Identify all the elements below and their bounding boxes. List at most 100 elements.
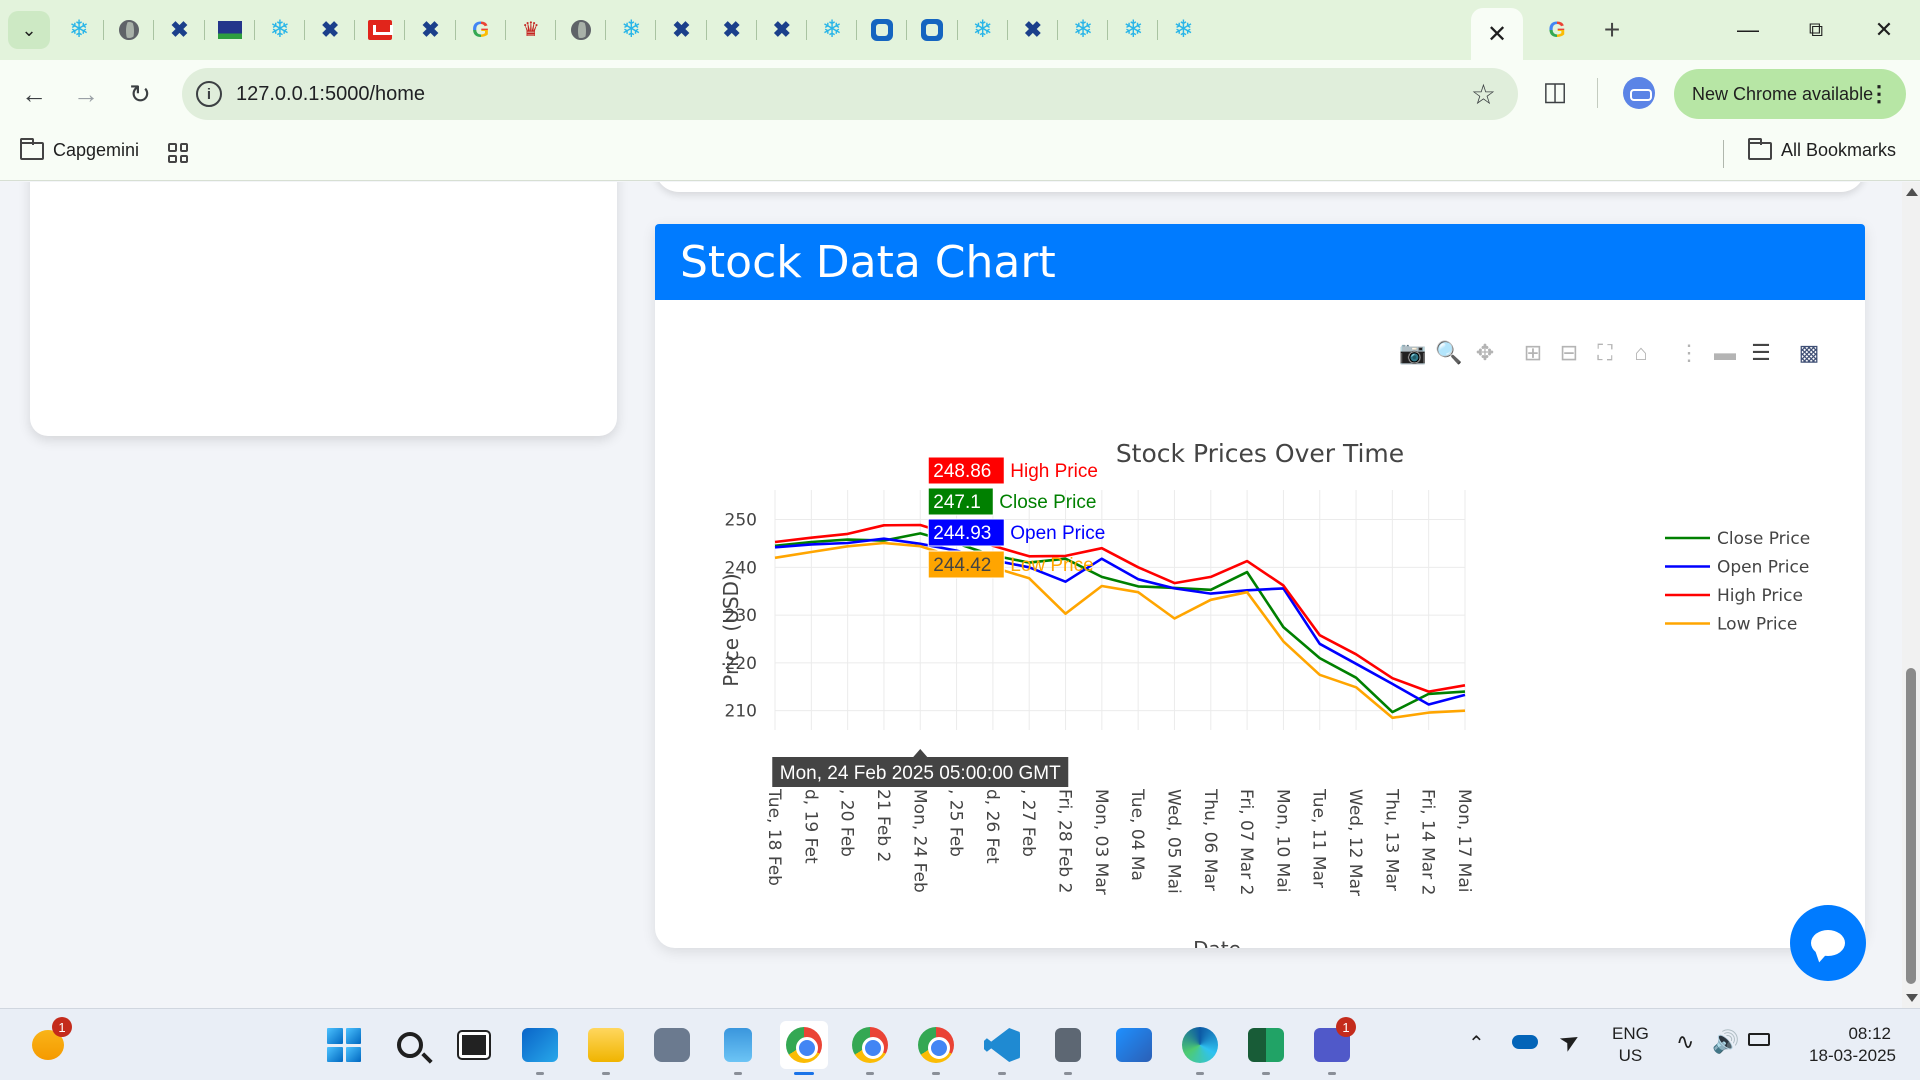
bookmarks-divider — [1723, 140, 1724, 168]
vscode-icon — [984, 1028, 1020, 1062]
google-icon: G — [1546, 19, 1568, 41]
address-bar[interactable]: i 127.0.0.1:5000/home ☆ — [182, 68, 1518, 120]
language-indicator[interactable]: ENG US — [1612, 1023, 1649, 1067]
stock-prices-chart[interactable]: Stock Prices Over Time 210220230240250 T… — [655, 300, 1865, 948]
edge-app[interactable] — [1176, 1021, 1224, 1075]
browser-tab[interactable] — [556, 10, 607, 50]
browser-tab[interactable]: ✖ — [1008, 10, 1058, 50]
vscode-app[interactable] — [978, 1021, 1026, 1075]
browser-tab[interactable]: ❄ — [255, 10, 305, 50]
legend-item: Low Price — [1717, 615, 1797, 635]
scroll-up-arrow-icon[interactable] — [1906, 188, 1918, 196]
browser-tab[interactable]: ❄ — [54, 10, 105, 50]
chrome-profile-3[interactable] — [912, 1021, 960, 1075]
browser-tab[interactable] — [907, 10, 958, 50]
x-tick-label: Mon, 17 Mai — [1454, 789, 1474, 893]
bookmark-capgemini[interactable]: Capgemini — [20, 137, 139, 161]
bookmark-star-icon[interactable]: ☆ — [1471, 78, 1496, 111]
browser-toolbar: ← → ↻ i 127.0.0.1:5000/home ☆ ◫ New Chro… — [0, 60, 1920, 128]
file-explorer-app[interactable] — [582, 1021, 630, 1075]
browser-tab[interactable]: ❄ — [606, 10, 657, 50]
site-info-icon[interactable]: i — [196, 81, 222, 107]
browser-tab[interactable]: ❄ — [1058, 10, 1109, 50]
browser-tab[interactable]: ♛ — [506, 10, 556, 50]
browser-tab[interactable]: ❄ — [958, 10, 1008, 50]
battery-icon[interactable] — [1748, 1033, 1770, 1046]
active-tab[interactable]: ✕ — [1471, 8, 1523, 60]
windows-start-icon — [327, 1028, 361, 1062]
camera-app[interactable] — [648, 1021, 696, 1069]
sidebar-card — [30, 182, 617, 436]
plus-icon: + — [1603, 14, 1621, 45]
minimize-button[interactable]: — — [1726, 12, 1770, 48]
browser-tab[interactable] — [205, 10, 255, 50]
browser-tab[interactable]: ❄ — [807, 10, 858, 50]
chrome-icon — [852, 1027, 888, 1063]
page-scrollbar[interactable] — [1902, 182, 1920, 1008]
chart-legend[interactable]: Close Price Open Price High Price Low Price — [1665, 529, 1810, 635]
url-text[interactable]: 127.0.0.1:5000/home — [236, 83, 425, 106]
snowflake-icon: ❄ — [972, 16, 993, 43]
wifi-icon[interactable]: ∿ — [1676, 1029, 1694, 1055]
weather-widget[interactable]: 1 — [24, 1017, 72, 1069]
new-chrome-label: New Chrome available — [1692, 83, 1874, 104]
show-hidden-icons-button[interactable]: ⌃ — [1468, 1031, 1485, 1056]
chrome-app-active[interactable] — [780, 1021, 828, 1075]
notepad-icon — [724, 1028, 752, 1062]
all-bookmarks-button[interactable]: All Bookmarks — [1748, 137, 1896, 161]
profile-avatar[interactable] — [1623, 77, 1655, 109]
new-tab-button[interactable]: + — [1595, 13, 1629, 47]
crown-icon: ♛ — [521, 19, 540, 41]
browser-tab[interactable]: ❄ — [1108, 10, 1159, 50]
teams-app[interactable]: 1 — [1308, 1017, 1356, 1075]
close-icon[interactable]: ✕ — [1487, 20, 1507, 49]
browser-tab[interactable]: ✖ — [757, 10, 807, 50]
forward-button[interactable]: → — [66, 74, 106, 114]
browser-tab[interactable]: ✖ — [707, 10, 757, 50]
excel-app[interactable] — [1242, 1021, 1290, 1075]
bookmarks-bar: Capgemini All Bookmarks — [0, 128, 1920, 181]
task-view-button[interactable] — [450, 1021, 498, 1069]
chrome-profile-2[interactable] — [846, 1021, 894, 1075]
extensions-icon[interactable]: ◫ — [1540, 76, 1570, 106]
photos-app[interactable] — [1110, 1021, 1158, 1069]
back-button[interactable]: ← — [14, 74, 54, 114]
globe-icon — [571, 20, 592, 40]
scrollbar-thumb[interactable] — [1906, 668, 1916, 984]
calculator-app[interactable] — [1044, 1021, 1092, 1075]
chat-widget-button[interactable] — [1790, 905, 1866, 981]
close-window-button[interactable]: ✕ — [1862, 12, 1906, 48]
new-chrome-available-button[interactable]: New Chrome available ⋮ — [1674, 69, 1906, 119]
google-icon: G — [470, 19, 492, 41]
tab-strip: ⌄ ❄ ✖ ❄ ✖ ✖ G ♛ ❄ ✖ ✖ ✖ ❄ ❄ ✖ ❄ ❄ ❄ ✕ G + — ⧉ ✕ — [0, 0, 1920, 60]
chart-series — [774, 523, 1466, 720]
edge-icon — [1182, 1027, 1218, 1063]
location-icon[interactable]: ➤ — [1554, 1024, 1586, 1059]
taskbar-search-button[interactable] — [386, 1021, 434, 1069]
browser-tab[interactable] — [355, 10, 406, 50]
onedrive-icon[interactable] — [1512, 1031, 1538, 1049]
start-button[interactable] — [320, 1021, 368, 1069]
x-tick-label: , 20 Feb — [837, 789, 857, 857]
clock-time: 08:12 — [1848, 1024, 1891, 1043]
restore-button[interactable]: ⧉ — [1794, 12, 1838, 48]
browser-tab[interactable]: ✖ — [656, 10, 707, 50]
browser-tab[interactable]: ✖ — [305, 10, 356, 50]
clock[interactable]: 08:12 18-03-2025 — [1792, 1023, 1896, 1067]
browser-tab[interactable]: ✖ — [154, 10, 205, 50]
outlook-app[interactable] — [516, 1021, 564, 1075]
apps-shortcut[interactable] — [168, 143, 188, 163]
tab-search-button[interactable]: ⌄ — [8, 11, 50, 49]
browser-tab[interactable] — [857, 10, 908, 50]
browser-tab[interactable] — [104, 10, 155, 50]
browser-tab[interactable]: ✖ — [405, 10, 456, 50]
browser-tab[interactable]: G — [456, 10, 506, 50]
tab-google[interactable]: G — [1527, 10, 1587, 50]
hover-series-name: Open Price — [1010, 523, 1105, 544]
browser-tab[interactable]: ❄ — [1158, 10, 1208, 50]
card-title: Stock Data Chart — [680, 237, 1056, 288]
volume-icon[interactable]: 🔊 — [1712, 1029, 1739, 1055]
reload-button[interactable]: ↻ — [120, 74, 160, 114]
scroll-down-arrow-icon[interactable] — [1906, 994, 1918, 1002]
notepad-app[interactable] — [714, 1021, 762, 1075]
